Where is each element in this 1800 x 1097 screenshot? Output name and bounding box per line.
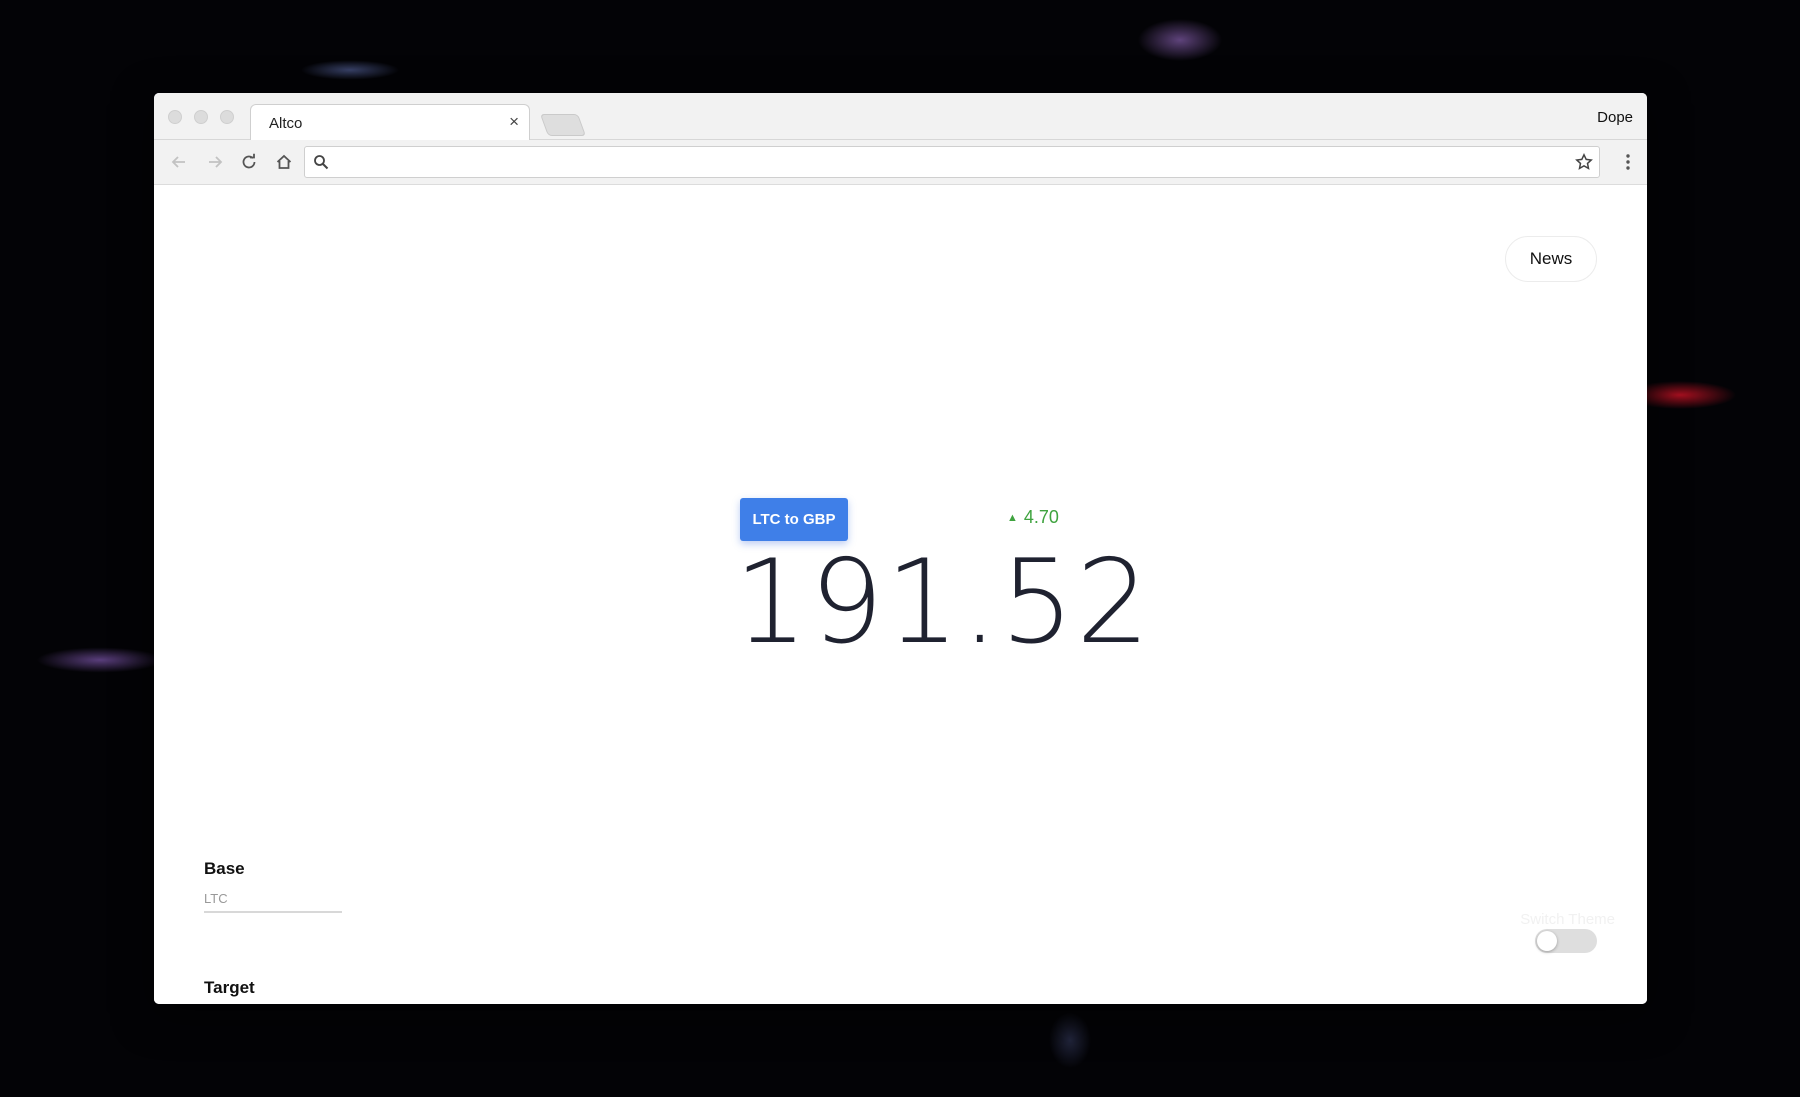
new-tab-button[interactable] — [539, 114, 587, 136]
toggle-knob — [1537, 931, 1557, 951]
browser-tab[interactable]: Altco × — [250, 104, 530, 140]
zoom-window-button[interactable] — [220, 110, 234, 124]
base-label: Base — [204, 859, 245, 878]
address-input[interactable] — [335, 151, 1559, 175]
triangle-up-icon: ▲ — [1007, 511, 1018, 524]
home-icon — [276, 154, 292, 169]
browser-toolbar — [154, 140, 1647, 185]
arrow-left-icon — [171, 156, 185, 168]
price-change: ▲ 4.70 — [1007, 507, 1059, 528]
forward-button[interactable] — [202, 149, 228, 175]
page-content: News LTC to GBP ▲ 4.70 191.52 Base Targe… — [154, 185, 1647, 1004]
reload-icon — [242, 153, 256, 169]
reload-button[interactable] — [236, 149, 262, 175]
star-icon[interactable] — [1575, 153, 1593, 171]
more-vert-icon — [1626, 154, 1630, 170]
price-change-value: 4.70 — [1023, 507, 1059, 527]
theme-toggle[interactable] — [1535, 929, 1597, 953]
back-button[interactable] — [166, 149, 192, 175]
minimize-window-button[interactable] — [194, 110, 208, 124]
address-bar[interactable] — [304, 146, 1600, 178]
exchange-rate-value: 191.52 — [734, 535, 1152, 670]
base-input[interactable] — [204, 885, 342, 913]
switch-theme-label: Switch Theme — [1520, 911, 1615, 928]
close-window-button[interactable] — [168, 110, 182, 124]
profile-name[interactable]: Dope — [1597, 109, 1633, 126]
search-icon — [314, 155, 329, 170]
browser-menu-button[interactable] — [1615, 149, 1641, 175]
arrow-right-icon — [209, 156, 223, 168]
titlebar: Altco × Dope — [154, 93, 1647, 140]
tab-title: Altco — [269, 115, 303, 132]
browser-window: Altco × Dope News LTC to GBP ▲ 4.70 191.… — [154, 93, 1647, 1004]
tab-close-icon[interactable]: × — [509, 112, 519, 132]
news-button[interactable]: News — [1505, 236, 1597, 282]
target-label: Target — [204, 978, 255, 997]
home-button[interactable] — [271, 149, 297, 175]
